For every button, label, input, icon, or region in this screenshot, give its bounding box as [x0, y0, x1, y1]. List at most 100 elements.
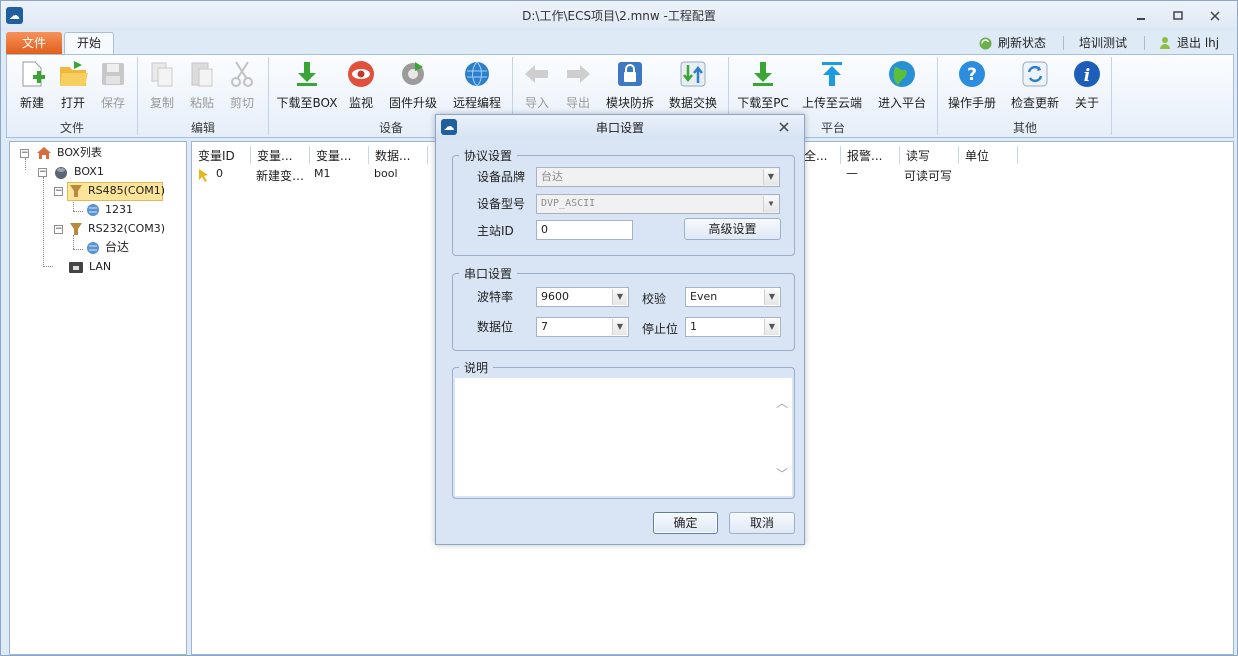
- firmware-upgrade-button[interactable]: 固件升级: [385, 57, 441, 113]
- tree-node-delta[interactable]: 台达: [105, 239, 129, 255]
- export-arrow-icon: [567, 65, 590, 83]
- column-header-alarm[interactable]: 报警...: [847, 146, 899, 166]
- tree-node-lan[interactable]: LAN: [89, 259, 111, 275]
- export-button[interactable]: 导出: [558, 57, 598, 113]
- protocol-settings-group: 协议设置 设备品牌 台达 ▼ 设备型号 DVP_ASCII ▼ 主站ID 0 高…: [452, 147, 795, 256]
- parity-value: Even: [690, 290, 718, 303]
- tree-node-rs232[interactable]: RS232(COM3): [88, 221, 165, 237]
- logout-link[interactable]: 退出 lhj: [1177, 35, 1219, 51]
- data-exchange-button[interactable]: 数据交换: [664, 57, 722, 113]
- serial-settings-legend: 串口设置: [459, 265, 518, 282]
- chevron-down-icon: ▼: [764, 319, 779, 335]
- tab-file[interactable]: 文件: [6, 32, 62, 54]
- enter-platform-button[interactable]: 进入平台: [871, 57, 933, 113]
- lan-port-icon: [69, 262, 83, 273]
- tab-start[interactable]: 开始: [64, 32, 114, 55]
- minimize-button[interactable]: [1130, 8, 1152, 26]
- dialog-title-bar: ☁ 串口设置: [436, 115, 804, 139]
- tree-root-box-list[interactable]: BOX列表: [57, 145, 102, 161]
- close-button[interactable]: [1204, 8, 1226, 26]
- cut-button[interactable]: 剪切: [222, 57, 262, 113]
- collapse-toggle[interactable]: −: [38, 168, 47, 177]
- tree-node-1231[interactable]: 1231: [105, 202, 133, 218]
- window-title: D:\工作\ECS项目\2.mnw -工程配置: [522, 9, 716, 23]
- download-to-box-button[interactable]: 下载至BOX: [273, 57, 341, 113]
- cell-read-write: 可读可写: [904, 169, 953, 183]
- advanced-settings-button[interactable]: 高级设置: [684, 218, 781, 240]
- monitor-label: 监视: [348, 96, 373, 110]
- help-icon: ?: [959, 61, 985, 87]
- description-textarea[interactable]: [455, 378, 792, 496]
- paste-button[interactable]: 粘贴: [182, 57, 222, 113]
- stop-bits-select[interactable]: 1 ▼: [685, 317, 781, 337]
- user-manual-button[interactable]: ? 操作手册: [942, 57, 1002, 113]
- model-select[interactable]: DVP_ASCII ▼: [536, 194, 780, 214]
- device-globe-icon: [87, 204, 99, 216]
- column-header-data-type[interactable]: 数据...: [375, 146, 425, 166]
- paste-label: 粘贴: [189, 96, 214, 110]
- column-header-all[interactable]: 全...: [804, 146, 840, 166]
- column-header-var-addr[interactable]: 变量...: [316, 146, 368, 166]
- maximize-icon: [1173, 11, 1183, 20]
- stop-bits-value: 1: [690, 320, 697, 333]
- column-header-var-id[interactable]: 变量ID: [198, 146, 248, 166]
- ok-button[interactable]: 确定: [653, 512, 718, 534]
- close-icon: [779, 122, 789, 132]
- data-bits-select[interactable]: 7 ▼: [536, 317, 629, 337]
- download-arrow-icon: [297, 62, 317, 86]
- check-update-button[interactable]: 检查更新: [1004, 57, 1066, 113]
- scroll-up-icon[interactable]: ︿: [775, 394, 789, 410]
- dialog-close-button[interactable]: [776, 121, 792, 135]
- column-header-unit[interactable]: 单位: [965, 146, 1015, 166]
- ribbon-tabs: 文件 开始 刷新状态 培训测试 退出 lhj: [1, 31, 1237, 55]
- baud-rate-select[interactable]: 9600 ▼: [536, 287, 629, 307]
- cell-data-type: bool: [374, 167, 398, 180]
- earth-icon: [889, 61, 915, 87]
- parity-select[interactable]: Even ▼: [685, 287, 781, 307]
- open-button[interactable]: 打开: [53, 57, 93, 113]
- app-window: ☁ D:\工作\ECS项目\2.mnw -工程配置 文件 开始 刷新状态 培训测…: [0, 0, 1238, 656]
- copy-button[interactable]: 复制: [142, 57, 182, 113]
- chevron-down-icon: ▼: [612, 319, 627, 335]
- refresh-status-link[interactable]: 刷新状态: [998, 35, 1046, 51]
- tree-line: [43, 266, 53, 267]
- parity-label: 校验: [642, 292, 667, 306]
- import-button[interactable]: 导入: [517, 57, 557, 113]
- upload-arrow-icon: [822, 62, 842, 86]
- new-label: 新建: [19, 96, 44, 110]
- column-divider: [368, 146, 369, 164]
- tree-line: [73, 235, 74, 249]
- cell-alarm: —: [846, 166, 858, 180]
- cut-label: 剪切: [229, 96, 254, 110]
- download-arrow-icon: [753, 62, 773, 86]
- collapse-toggle[interactable]: −: [54, 187, 63, 196]
- baud-rate-value: 9600: [541, 290, 569, 303]
- cancel-button[interactable]: 取消: [729, 512, 795, 534]
- new-button[interactable]: 新建: [11, 57, 53, 113]
- training-test-link[interactable]: 培训测试: [1079, 35, 1127, 51]
- save-button[interactable]: 保存: [93, 57, 133, 113]
- model-value: DVP_ASCII: [541, 198, 596, 209]
- module-protect-button[interactable]: 模块防拆: [601, 57, 659, 113]
- collapse-toggle[interactable]: −: [54, 225, 63, 234]
- upload-to-cloud-label: 上传至云端: [801, 96, 862, 110]
- paste-icon: [191, 62, 213, 87]
- scroll-down-icon[interactable]: ﹀: [775, 465, 789, 481]
- tree-node-box1[interactable]: BOX1: [74, 164, 104, 180]
- monitor-button[interactable]: 监视: [341, 57, 381, 113]
- chevron-down-icon: ▼: [612, 289, 627, 305]
- upload-to-cloud-button[interactable]: 上传至云端: [797, 57, 867, 113]
- brand-select[interactable]: 台达 ▼: [536, 167, 780, 187]
- description-group: 说明 ︿ ﹀: [452, 359, 795, 499]
- about-button[interactable]: i 关于: [1069, 57, 1105, 113]
- download-to-pc-button[interactable]: 下载至PC: [733, 57, 793, 113]
- column-header-read-write[interactable]: 读写: [906, 146, 956, 166]
- collapse-toggle[interactable]: −: [20, 149, 29, 158]
- maximize-button[interactable]: [1167, 8, 1189, 26]
- column-header-var-name[interactable]: 变量...: [257, 146, 309, 166]
- remote-programming-button[interactable]: 远程编程: [447, 57, 507, 113]
- station-id-input[interactable]: 0: [536, 220, 633, 240]
- baud-rate-label: 波特率: [477, 290, 514, 304]
- tree-node-rs485[interactable]: RS485(COM1): [88, 183, 165, 199]
- open-folder-icon: [60, 61, 88, 86]
